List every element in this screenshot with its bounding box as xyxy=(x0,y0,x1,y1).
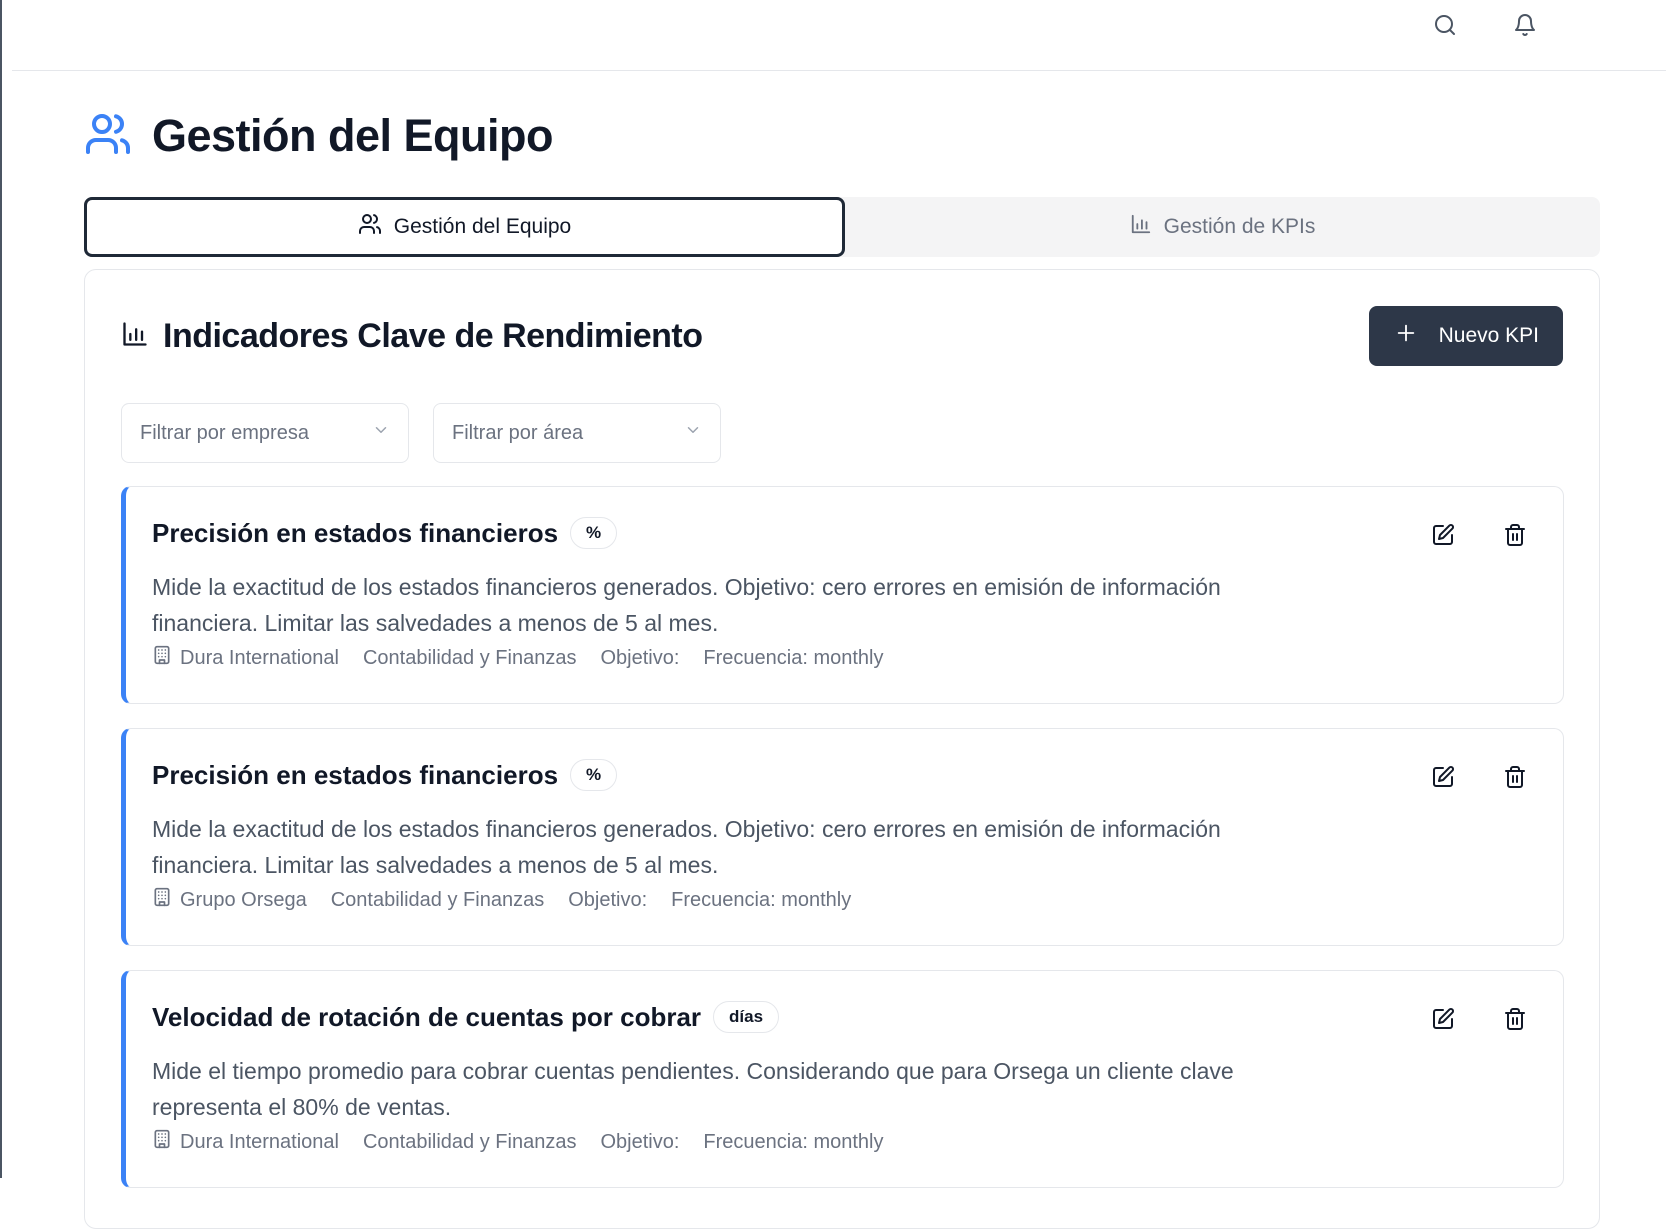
area-filter-placeholder: Filtrar por área xyxy=(452,421,584,444)
kpi-card: Velocidad de rotación de cuentas por cob… xyxy=(121,970,1564,1188)
page-header: Gestión del Equipo xyxy=(84,104,554,168)
kpi-title-row: Precisión en estados financieros % xyxy=(152,517,618,549)
search-icon[interactable] xyxy=(1432,12,1458,38)
kpi-card: Precisión en estados financieros % Mide … xyxy=(121,486,1564,704)
edit-icon[interactable] xyxy=(1429,1005,1457,1033)
tab-label: Gestión del Equipo xyxy=(393,215,572,238)
unit-badge: días xyxy=(713,1001,780,1033)
kpi-description: Mide la exactitud de los estados financi… xyxy=(152,574,1221,636)
kpi-company-name: Grupo Orsega xyxy=(180,888,307,911)
edit-icon[interactable] xyxy=(1429,521,1457,549)
panel-title: Indicadores Clave de Rendimiento xyxy=(163,316,703,355)
kpi-actions xyxy=(1429,521,1529,549)
trash-icon[interactable] xyxy=(1501,1005,1529,1033)
new-kpi-label: Nuevo KPI xyxy=(1438,324,1539,347)
trash-icon[interactable] xyxy=(1501,763,1529,791)
tab-kpi-management[interactable]: Gestión de KPIs xyxy=(845,197,1600,257)
tab-list: Gestión del Equipo Gestión de KPIs xyxy=(84,197,1600,257)
kpi-company: Dura International xyxy=(152,1129,339,1155)
bar-chart-icon xyxy=(121,320,149,353)
kpi-meta: Dura International Contabilidad y Finanz… xyxy=(152,1129,883,1155)
kpi-description: Mide la exactitud de los estados financi… xyxy=(152,816,1221,878)
kpi-title: Precisión en estados financieros xyxy=(152,759,559,790)
chevron-down-icon xyxy=(684,421,702,445)
kpi-title-row: Precisión en estados financieros % xyxy=(152,759,618,791)
kpi-title: Velocidad de rotación de cuentas por cob… xyxy=(152,1001,702,1032)
kpi-area: Contabilidad y Finanzas xyxy=(330,888,545,911)
kpi-card: Precisión en estados financieros % Mide … xyxy=(121,728,1564,946)
kpi-list: Precisión en estados financieros % Mide … xyxy=(121,486,1564,1188)
kpi-company-name: Dura International xyxy=(180,646,339,669)
unit-badge: % xyxy=(570,517,618,549)
kpi-description: Mide el tiempo promedio para cobrar cuen… xyxy=(152,1058,1234,1120)
plus-icon xyxy=(1395,322,1417,350)
building-icon xyxy=(152,1129,172,1155)
company-filter-select[interactable]: Filtrar por empresa xyxy=(121,403,409,463)
kpi-company-name: Dura International xyxy=(180,1130,339,1153)
bar-chart-icon xyxy=(1130,213,1152,241)
bell-icon[interactable] xyxy=(1512,12,1538,38)
kpi-objective: Objetivo: xyxy=(600,1130,680,1153)
kpi-area: Contabilidad y Finanzas xyxy=(362,646,577,669)
trash-icon[interactable] xyxy=(1501,521,1529,549)
kpi-meta: Dura International Contabilidad y Finanz… xyxy=(152,645,883,671)
filter-bar: Filtrar por empresa Filtrar por área xyxy=(121,403,721,463)
app-frame: Gestión del Equipo Gestión del Equipo Ge… xyxy=(0,0,1666,1229)
edit-icon[interactable] xyxy=(1429,763,1457,791)
unit-badge: % xyxy=(570,759,618,791)
panel-header: Indicadores Clave de Rendimiento Nuevo K… xyxy=(121,306,1563,366)
panel-title-group: Indicadores Clave de Rendimiento xyxy=(121,316,703,356)
kpi-objective: Objetivo: xyxy=(600,646,680,669)
kpi-area: Contabilidad y Finanzas xyxy=(362,1130,577,1153)
top-bar xyxy=(12,0,1666,71)
kpi-meta: Grupo Orsega Contabilidad y Finanzas Obj… xyxy=(152,887,851,913)
kpi-actions xyxy=(1429,1005,1529,1033)
kpi-title-row: Velocidad de rotación de cuentas por cob… xyxy=(152,1001,780,1033)
users-icon xyxy=(84,110,132,163)
kpi-actions xyxy=(1429,763,1529,791)
building-icon xyxy=(152,887,172,913)
kpi-frequency: Frecuencia: monthly xyxy=(703,646,884,669)
users-icon xyxy=(358,212,382,242)
building-icon xyxy=(152,645,172,671)
tab-label: Gestión de KPIs xyxy=(1163,215,1316,238)
kpi-frequency: Frecuencia: monthly xyxy=(703,1130,884,1153)
area-filter-select[interactable]: Filtrar por área xyxy=(433,403,721,463)
kpi-company: Grupo Orsega xyxy=(152,887,307,913)
kpi-panel: Indicadores Clave de Rendimiento Nuevo K… xyxy=(84,269,1600,1229)
kpi-objective: Objetivo: xyxy=(568,888,648,911)
kpi-company: Dura International xyxy=(152,645,339,671)
kpi-title: Precisión en estados financieros xyxy=(152,517,559,548)
new-kpi-button[interactable]: Nuevo KPI xyxy=(1368,306,1563,366)
tab-team-management[interactable]: Gestión del Equipo xyxy=(84,197,845,257)
company-filter-placeholder: Filtrar por empresa xyxy=(140,421,309,444)
kpi-frequency: Frecuencia: monthly xyxy=(671,888,852,911)
page-title: Gestión del Equipo xyxy=(152,110,554,161)
chevron-down-icon xyxy=(372,421,390,445)
